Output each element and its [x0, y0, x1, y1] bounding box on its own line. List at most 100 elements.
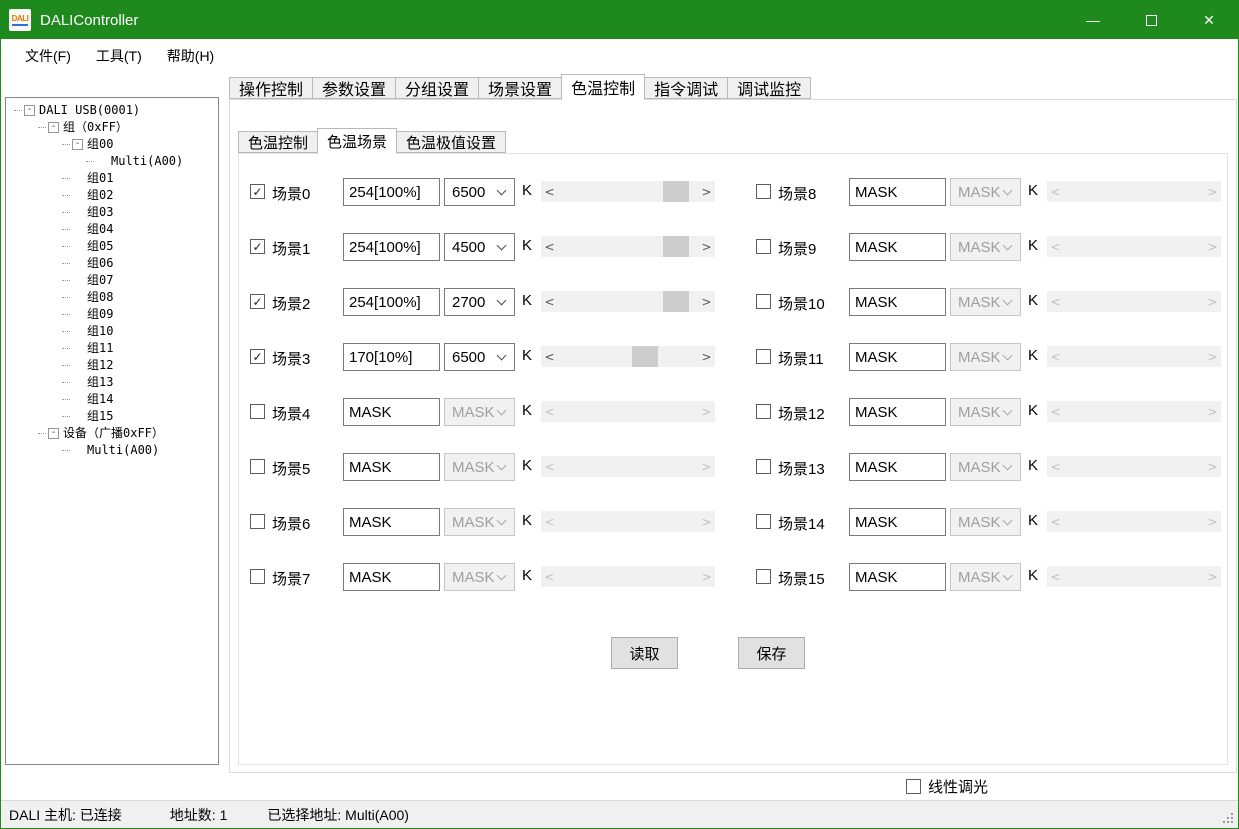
scroll-right-icon[interactable]: >: [698, 456, 715, 477]
scene-level-input[interactable]: [343, 343, 440, 371]
scene-checkbox[interactable]: ✓: [250, 184, 265, 199]
scroll-track[interactable]: [1064, 566, 1204, 587]
scene-checkbox[interactable]: [756, 514, 771, 529]
tree-item-8[interactable]: - 组05: [6, 238, 218, 255]
tree-item-9[interactable]: - 组06: [6, 255, 218, 272]
scene-checkbox[interactable]: [250, 459, 265, 474]
tree-expander-icon[interactable]: -: [48, 428, 59, 439]
scroll-track[interactable]: [1064, 346, 1204, 367]
scene-temperature-dropdown[interactable]: MASK: [950, 288, 1021, 316]
tree-item-6[interactable]: - 组03: [6, 204, 218, 221]
scene-temperature-dropdown[interactable]: 6500: [444, 178, 515, 206]
temperature-scrollbar[interactable]: < >: [541, 181, 715, 202]
main-tab-3[interactable]: 场景设置: [478, 77, 562, 99]
scene-checkbox[interactable]: [250, 404, 265, 419]
scroll-track[interactable]: [1064, 456, 1204, 477]
minimize-button[interactable]: —: [1064, 1, 1122, 39]
scroll-right-icon[interactable]: >: [1204, 291, 1221, 312]
scroll-left-icon[interactable]: <: [541, 236, 558, 257]
main-tab-2[interactable]: 分组设置: [395, 77, 479, 99]
linear-dimming-checkbox[interactable]: [906, 779, 921, 794]
scene-temperature-dropdown[interactable]: MASK: [950, 453, 1021, 481]
scene-temperature-dropdown[interactable]: MASK: [950, 233, 1021, 261]
temperature-scrollbar[interactable]: < >: [541, 456, 715, 477]
scene-temperature-dropdown[interactable]: MASK: [950, 398, 1021, 426]
main-tab-4[interactable]: 色温控制: [561, 74, 645, 100]
scene-temperature-dropdown[interactable]: MASK: [950, 563, 1021, 591]
scroll-left-icon[interactable]: <: [541, 566, 558, 587]
tree-item-11[interactable]: - 组08: [6, 289, 218, 306]
temperature-scrollbar[interactable]: < >: [1047, 456, 1221, 477]
scroll-left-icon[interactable]: <: [1047, 401, 1064, 422]
tree-expander-icon[interactable]: -: [24, 105, 35, 116]
scene-checkbox[interactable]: [756, 404, 771, 419]
scene-checkbox[interactable]: [756, 459, 771, 474]
scene-level-input[interactable]: [849, 508, 946, 536]
temperature-scrollbar[interactable]: < >: [541, 291, 715, 312]
main-tab-5[interactable]: 指令调试: [644, 77, 728, 99]
tree-expander-icon[interactable]: -: [48, 122, 59, 133]
temperature-scrollbar[interactable]: < >: [541, 346, 715, 367]
scene-level-input[interactable]: [343, 508, 440, 536]
scene-checkbox[interactable]: [756, 294, 771, 309]
temperature-scrollbar[interactable]: < >: [1047, 181, 1221, 202]
scene-temperature-dropdown[interactable]: 6500: [444, 343, 515, 371]
scroll-track[interactable]: [558, 291, 698, 312]
scroll-track[interactable]: [558, 456, 698, 477]
scroll-left-icon[interactable]: <: [1047, 291, 1064, 312]
scroll-right-icon[interactable]: >: [1204, 181, 1221, 202]
scroll-right-icon[interactable]: >: [698, 511, 715, 532]
scroll-track[interactable]: [1064, 291, 1204, 312]
scroll-left-icon[interactable]: <: [1047, 346, 1064, 367]
main-tab-0[interactable]: 操作控制: [229, 77, 313, 99]
scroll-track[interactable]: [1064, 236, 1204, 257]
scroll-left-icon[interactable]: <: [1047, 511, 1064, 532]
scroll-right-icon[interactable]: >: [1204, 346, 1221, 367]
scroll-right-icon[interactable]: >: [698, 346, 715, 367]
menu-help[interactable]: 帮助(H): [157, 44, 224, 68]
scene-checkbox[interactable]: [756, 239, 771, 254]
scene-level-input[interactable]: [849, 343, 946, 371]
scene-level-input[interactable]: [849, 563, 946, 591]
tree-item-20[interactable]: - Multi(A00): [6, 442, 218, 459]
scene-checkbox[interactable]: [250, 514, 265, 529]
sub-tab-0[interactable]: 色温控制: [238, 131, 318, 153]
temperature-scrollbar[interactable]: < >: [1047, 291, 1221, 312]
scene-level-input[interactable]: [849, 398, 946, 426]
scene-level-input[interactable]: [849, 233, 946, 261]
scene-temperature-dropdown[interactable]: MASK: [950, 178, 1021, 206]
scene-temperature-dropdown[interactable]: MASK: [444, 453, 515, 481]
scene-level-input[interactable]: [343, 178, 440, 206]
temperature-scrollbar[interactable]: < >: [541, 566, 715, 587]
tree-item-13[interactable]: - 组10: [6, 323, 218, 340]
scene-temperature-dropdown[interactable]: 2700: [444, 288, 515, 316]
scene-checkbox[interactable]: ✓: [250, 294, 265, 309]
scene-level-input[interactable]: [343, 563, 440, 591]
scroll-left-icon[interactable]: <: [1047, 181, 1064, 202]
scroll-thumb[interactable]: [632, 346, 658, 367]
scroll-thumb[interactable]: [663, 236, 689, 257]
scene-checkbox[interactable]: ✓: [250, 239, 265, 254]
maximize-button[interactable]: [1122, 1, 1180, 39]
scroll-left-icon[interactable]: <: [541, 456, 558, 477]
scene-temperature-dropdown[interactable]: MASK: [444, 563, 515, 591]
scroll-right-icon[interactable]: >: [698, 401, 715, 422]
scroll-left-icon[interactable]: <: [541, 291, 558, 312]
tree-item-0[interactable]: - DALI USB(0001): [6, 102, 218, 119]
scroll-left-icon[interactable]: <: [541, 181, 558, 202]
scene-temperature-dropdown[interactable]: MASK: [444, 508, 515, 536]
tree-item-12[interactable]: - 组09: [6, 306, 218, 323]
scroll-track[interactable]: [558, 566, 698, 587]
scroll-track[interactable]: [558, 236, 698, 257]
save-button[interactable]: 保存: [738, 637, 805, 669]
temperature-scrollbar[interactable]: < >: [1047, 346, 1221, 367]
scene-checkbox[interactable]: [756, 569, 771, 584]
scroll-right-icon[interactable]: >: [1204, 456, 1221, 477]
scroll-left-icon[interactable]: <: [541, 401, 558, 422]
scroll-track[interactable]: [558, 511, 698, 532]
tree-item-3[interactable]: - Multi(A00): [6, 153, 218, 170]
scroll-track[interactable]: [558, 181, 698, 202]
temperature-scrollbar[interactable]: < >: [541, 511, 715, 532]
main-tab-1[interactable]: 参数设置: [312, 77, 396, 99]
scroll-left-icon[interactable]: <: [1047, 566, 1064, 587]
